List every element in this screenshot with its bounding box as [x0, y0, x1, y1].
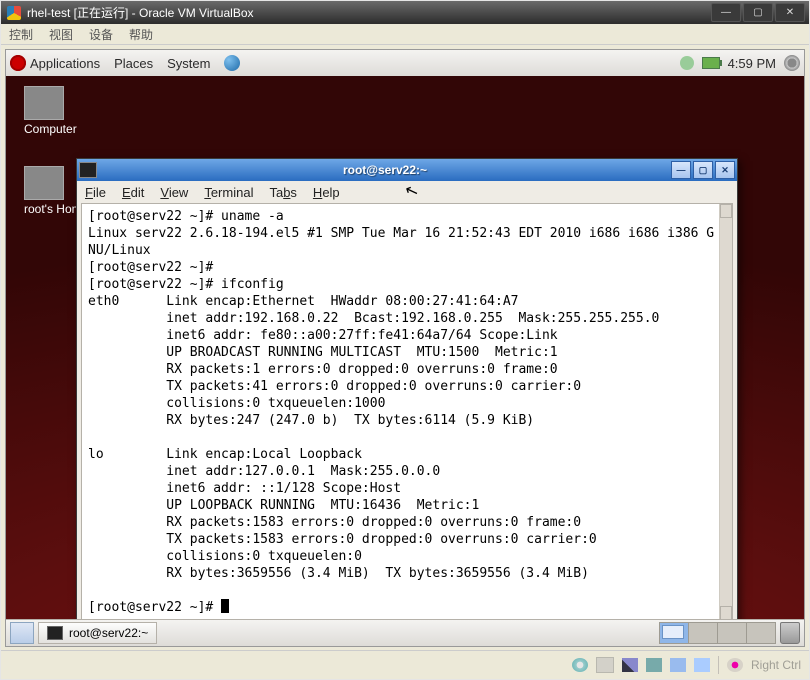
vb-hdd-icon[interactable]	[596, 657, 614, 673]
workspace-4[interactable]	[747, 623, 775, 643]
vb-statusbar: Right Ctrl	[1, 650, 809, 679]
workspace-pager[interactable]	[659, 622, 776, 644]
terminal-menu-terminal[interactable]: Terminal	[204, 185, 253, 200]
browser-launcher-icon[interactable]	[224, 55, 240, 71]
vb-menu-devices[interactable]: 设备	[89, 26, 113, 43]
guest-desktop[interactable]: Computer root's Home root@serv22:~ — ▢ ✕…	[6, 76, 804, 620]
terminal-menu-file[interactable]: File	[85, 185, 106, 200]
vb-titlebar[interactable]: rhel-test [正在运行] - Oracle VM VirtualBox …	[1, 1, 809, 24]
terminal-close-button[interactable]: ✕	[715, 161, 735, 179]
menu-places[interactable]: Places	[114, 56, 153, 71]
vb-menu-control[interactable]: 控制	[9, 26, 33, 43]
scroll-up-icon[interactable]	[720, 204, 732, 218]
terminal-maximize-button[interactable]: ▢	[693, 161, 713, 179]
terminal-menubar: File Edit View Terminal Tabs Help	[77, 181, 737, 203]
volume-icon[interactable]	[784, 55, 800, 71]
vb-host-key-label: Right Ctrl	[751, 658, 801, 672]
computer-icon	[24, 86, 64, 120]
battery-icon[interactable]	[702, 57, 720, 69]
terminal-window[interactable]: root@serv22:~ — ▢ ✕ File Edit View Termi…	[76, 158, 738, 620]
home-folder-icon	[24, 166, 64, 200]
workspace-3[interactable]	[718, 623, 747, 643]
scroll-down-icon[interactable]	[720, 606, 732, 620]
menu-system[interactable]: System	[167, 56, 210, 71]
terminal-menu-view[interactable]: View	[160, 185, 188, 200]
terminal-menu-help[interactable]: Help	[313, 185, 340, 200]
terminal-icon	[79, 162, 97, 178]
terminal-icon	[47, 626, 63, 640]
terminal-cursor	[221, 599, 229, 613]
virtualbox-icon	[7, 6, 21, 20]
vb-menubar: 控制 视图 设备 帮助	[1, 24, 809, 45]
workspace-1[interactable]	[660, 623, 689, 643]
vb-mouse-integration-icon[interactable]	[727, 658, 743, 672]
terminal-scrollbar[interactable]	[719, 204, 732, 620]
gnome-bottom-panel: root@serv22:~	[6, 619, 804, 646]
vb-menu-help[interactable]: 帮助	[129, 26, 153, 43]
workspace-2[interactable]	[689, 623, 718, 643]
vb-minimize-button[interactable]: —	[711, 3, 741, 22]
guest-display: Applications Places System 4:59 PM Compu…	[5, 49, 805, 647]
terminal-title: root@serv22:~	[101, 163, 669, 177]
show-desktop-button[interactable]	[10, 622, 34, 644]
terminal-output[interactable]: [root@serv22 ~]# uname -a Linux serv22 2…	[82, 204, 732, 620]
virtualbox-window: rhel-test [正在运行] - Oracle VM VirtualBox …	[0, 0, 810, 680]
vb-maximize-button[interactable]: ▢	[743, 3, 773, 22]
terminal-menu-edit[interactable]: Edit	[122, 185, 144, 200]
vb-usb-icon[interactable]	[622, 658, 638, 672]
update-icon[interactable]	[680, 56, 694, 70]
terminal-minimize-button[interactable]: —	[671, 161, 691, 179]
trash-icon[interactable]	[780, 622, 800, 644]
clock[interactable]: 4:59 PM	[728, 56, 776, 71]
desktop-icon-label: Computer	[24, 122, 77, 136]
terminal-body[interactable]: [root@serv22 ~]# uname -a Linux serv22 2…	[81, 203, 733, 620]
taskbar-item-terminal[interactable]: root@serv22:~	[38, 622, 157, 644]
vb-network-icon[interactable]	[670, 658, 686, 672]
scroll-track[interactable]	[720, 218, 732, 606]
vb-title: rhel-test [正在运行] - Oracle VM VirtualBox	[27, 4, 711, 21]
vb-close-button[interactable]: ✕	[775, 3, 805, 22]
desktop-icon-computer[interactable]: Computer	[24, 86, 77, 136]
gnome-top-panel: Applications Places System 4:59 PM	[6, 50, 804, 77]
menu-applications[interactable]: Applications	[30, 56, 100, 71]
vb-optical-icon[interactable]	[572, 658, 588, 672]
terminal-titlebar[interactable]: root@serv22:~ — ▢ ✕	[77, 159, 737, 181]
vb-display-icon[interactable]	[694, 658, 710, 672]
taskbar-item-label: root@serv22:~	[69, 626, 148, 640]
redhat-icon	[10, 55, 26, 71]
terminal-menu-tabs[interactable]: Tabs	[269, 185, 296, 200]
separator	[718, 656, 719, 674]
vb-menu-view[interactable]: 视图	[49, 26, 73, 43]
vb-shared-folder-icon[interactable]	[646, 658, 662, 672]
